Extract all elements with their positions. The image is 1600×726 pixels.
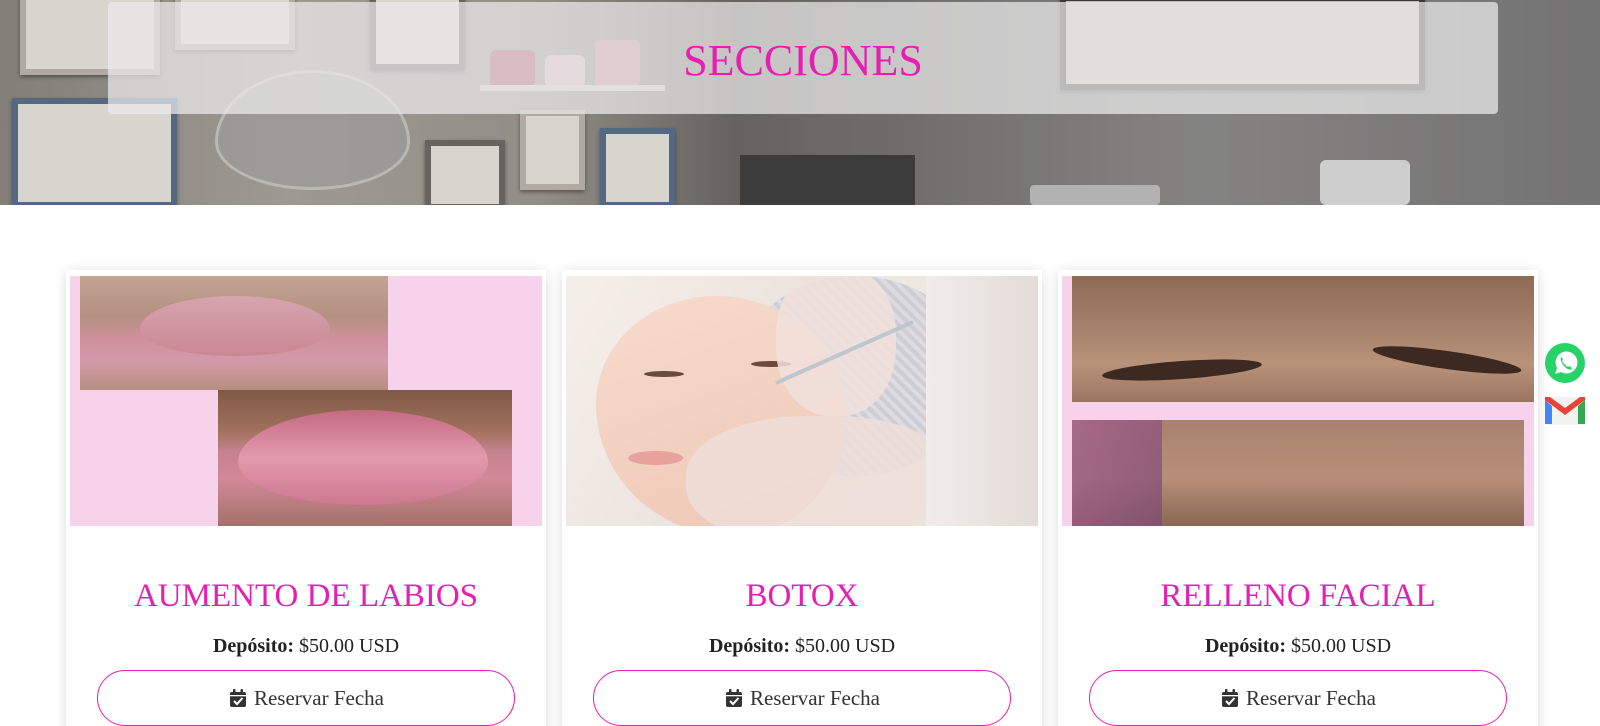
eyebrow (1371, 340, 1523, 380)
forehead-after-photo (1072, 420, 1524, 526)
coat (926, 276, 1038, 526)
lip-shape (140, 296, 330, 356)
gloved-hand (686, 416, 956, 526)
reserve-date-label: Reservar Fecha (253, 685, 385, 710)
deposit-label: Depósito: (212, 635, 295, 657)
deposit-text: Depósito: $50.00 USD (562, 635, 1042, 658)
deposit-label: Depósito: (1204, 635, 1287, 657)
service-card-lip-augmentation: AUMENTO DE LABIOS Depósito: $50.00 USD R… (66, 270, 546, 726)
deposit-text: Depósito: $50.00 USD (66, 635, 546, 658)
service-card-facial-filler: RELLENO FACIAL Depósito: $50.00 USD Rese… (1058, 270, 1538, 726)
lip-augmentation-image (70, 276, 542, 526)
deposit-text: Depósito: $50.00 USD (1058, 635, 1538, 658)
cap (1072, 420, 1162, 526)
lips (628, 451, 683, 465)
botox-image (566, 276, 1038, 526)
eye (644, 371, 684, 377)
service-title: BOTOX (745, 578, 859, 614)
service-title: RELLENO FACIAL (1160, 578, 1436, 614)
reserve-date-button[interactable]: Reservar Fecha (97, 670, 515, 726)
facial-filler-image (1062, 276, 1534, 526)
section-title-box: SECCIONES (108, 2, 1498, 114)
gloved-hand (776, 276, 896, 416)
eyebrow (1101, 355, 1263, 385)
deposit-value: $50.00 USD (795, 635, 896, 657)
reserve-date-button[interactable]: Reservar Fecha (593, 670, 1011, 726)
reserve-date-label: Reservar Fecha (749, 685, 881, 710)
calendar-check-icon (725, 689, 742, 707)
whatsapp-icon[interactable] (1544, 342, 1586, 384)
lip-after-photo (218, 390, 512, 526)
service-title: AUMENTO DE LABIOS (133, 578, 479, 614)
reserve-date-label: Reservar Fecha (1245, 685, 1377, 710)
deposit-value: $50.00 USD (299, 635, 400, 657)
lip-shape (238, 410, 488, 505)
lip-before-photo (80, 276, 388, 390)
service-card-botox: BOTOX Depósito: $50.00 USD Reservar Fech… (562, 270, 1042, 726)
forehead-before-photo (1072, 276, 1534, 402)
gmail-icon[interactable] (1544, 394, 1586, 436)
hero-banner: SECCIONES (0, 0, 1600, 205)
page-title: SECCIONES (683, 36, 923, 85)
deposit-label: Depósito: (708, 635, 791, 657)
calendar-check-icon (229, 689, 246, 707)
calendar-check-icon (1221, 689, 1238, 707)
deposit-value: $50.00 USD (1291, 635, 1392, 657)
reserve-date-button[interactable]: Reservar Fecha (1089, 670, 1507, 726)
